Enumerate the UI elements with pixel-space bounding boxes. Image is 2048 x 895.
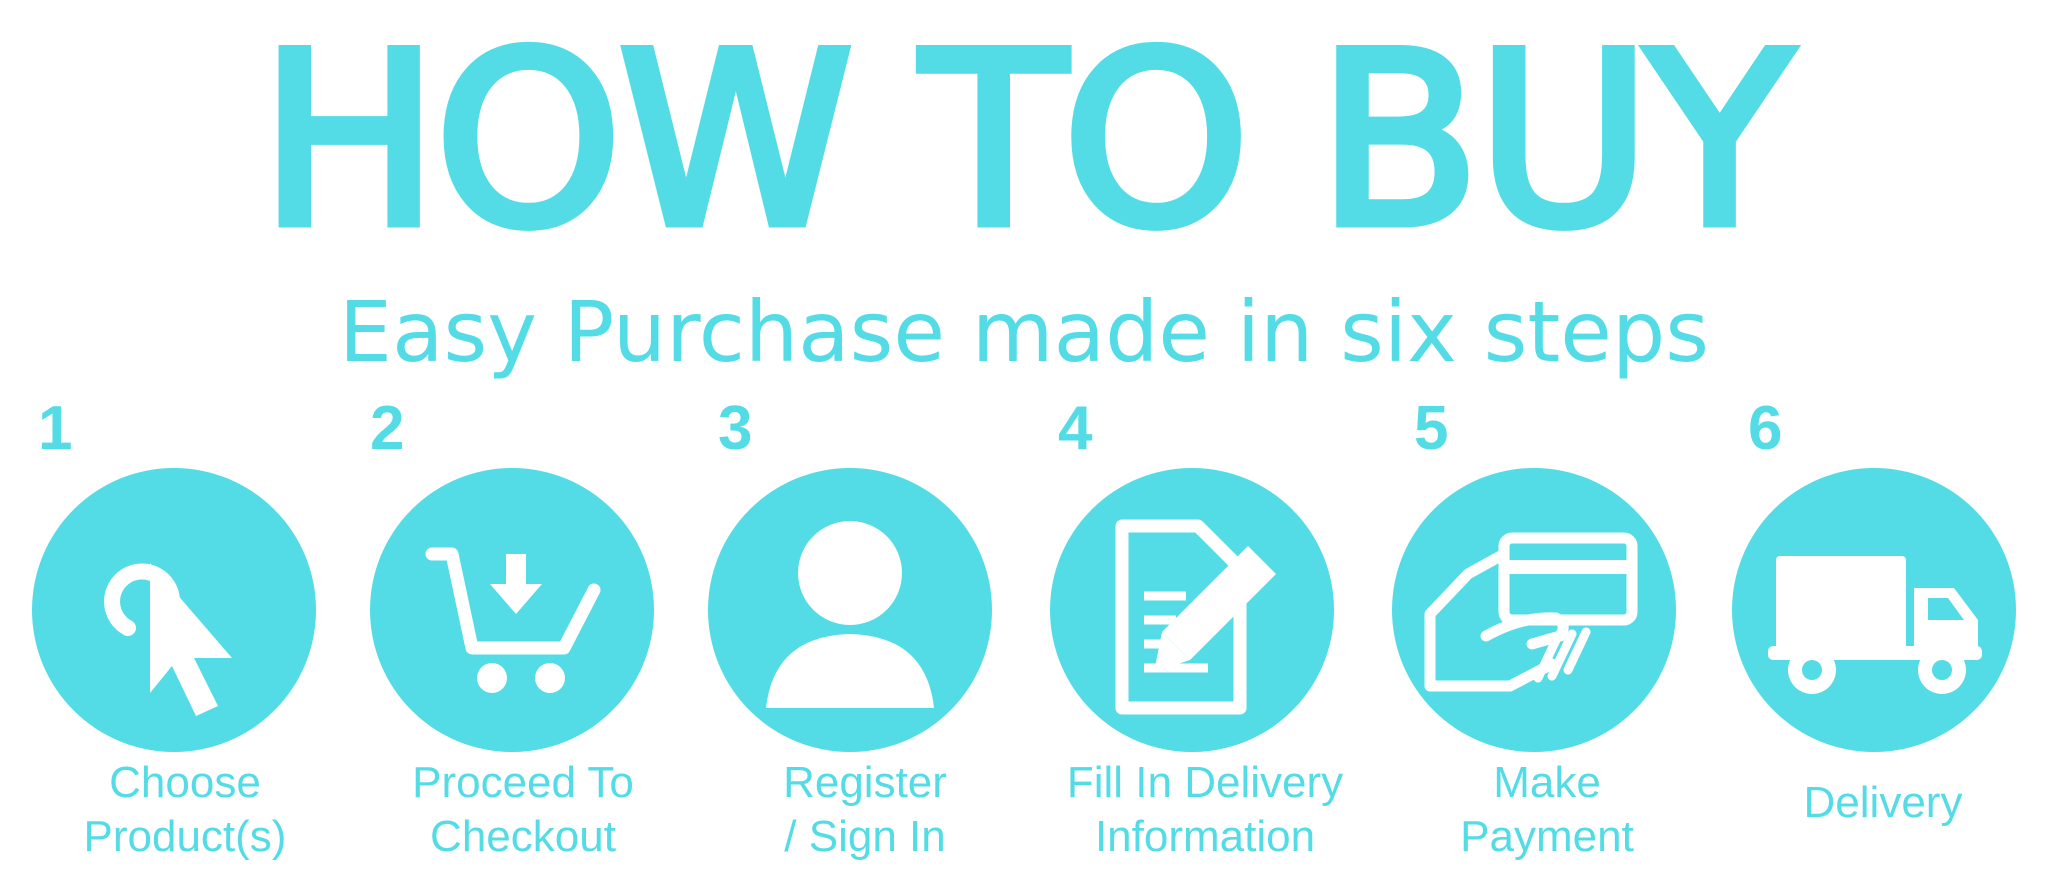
- step-number: 5: [1414, 394, 1449, 463]
- cursor-click-icon: [104, 563, 232, 716]
- step-label: Fill In Delivery Information: [1066, 758, 1344, 861]
- step-number: 4: [1058, 394, 1093, 463]
- step-circle: [1050, 468, 1334, 752]
- page-title: HOW TO BUY: [255, 3, 1797, 280]
- delivery-truck-icon: [1768, 556, 1982, 694]
- card-payment-icon: [1424, 532, 1638, 692]
- step-label: Choose Product(s): [83, 758, 287, 861]
- form-edit-icon: [1115, 519, 1276, 715]
- step-circle: [32, 468, 316, 752]
- step-label: Delivery: [1803, 778, 1963, 827]
- page-subtitle: Easy Purchase made in six steps: [338, 283, 1710, 381]
- step-circle: [708, 468, 992, 752]
- cart-download-icon: [425, 547, 601, 693]
- step-circle: [1732, 468, 2016, 752]
- step-1: 1 Choose Product(s): [20, 398, 350, 878]
- step-2: 2 Proceed To Checkout: [358, 398, 688, 878]
- step-6: 6 Delivery: [1718, 398, 2048, 878]
- user-icon: [766, 521, 934, 708]
- step-number: 3: [718, 394, 753, 463]
- step-3: 3 Register / Sign In: [700, 398, 1030, 878]
- step-circle: [1392, 468, 1676, 752]
- step-label: Make Payment: [1460, 758, 1634, 861]
- step-number: 1: [38, 394, 73, 463]
- step-number: 6: [1748, 394, 1783, 463]
- step-circle: [370, 468, 654, 752]
- step-4: 4 Fill In Delivery Information: [1040, 398, 1370, 878]
- step-label: Register / Sign In: [783, 758, 947, 861]
- step-number: 2: [370, 394, 405, 463]
- step-5: 5 Make Payment: [1382, 398, 1712, 878]
- step-label: Proceed To Checkout: [412, 758, 634, 861]
